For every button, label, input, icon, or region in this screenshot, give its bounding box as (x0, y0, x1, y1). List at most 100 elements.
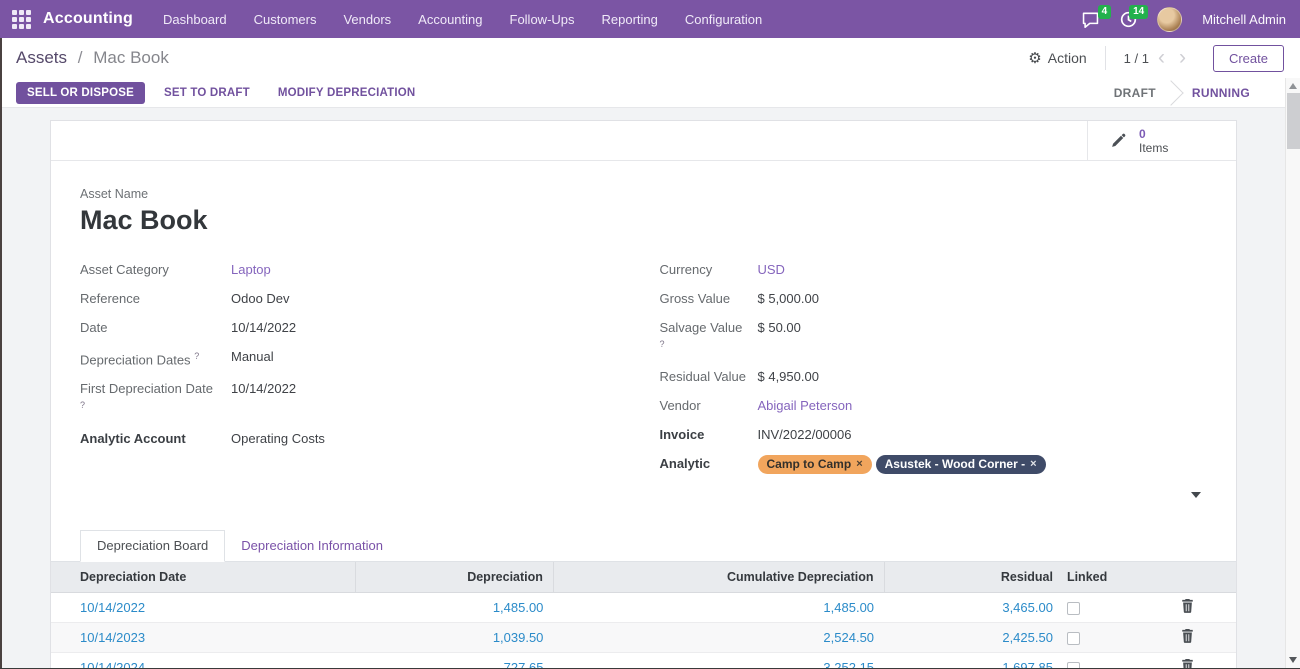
delete-row-button[interactable] (1177, 627, 1198, 648)
cell-depreciation[interactable]: 1,039.50 (356, 623, 554, 653)
cell-depreciation[interactable]: 727.65 (356, 653, 554, 669)
field-first-depreciation-date: First Depreciation Date ? 10/14/2022 (80, 380, 644, 417)
menu-follow-ups[interactable]: Follow-Ups (510, 12, 575, 27)
cell-residual[interactable]: 2,425.50 (884, 623, 1063, 653)
gross-value[interactable]: $ 5,000.00 (758, 290, 819, 307)
main-menu: Dashboard Customers Vendors Accounting F… (163, 12, 762, 27)
pager-prev-icon[interactable]: ‹ (1153, 51, 1170, 65)
depreciation-dates-value[interactable]: Manual (231, 348, 274, 368)
header-residual[interactable]: Residual (884, 562, 1063, 593)
cell-cumulative[interactable]: 3,252.15 (553, 653, 884, 669)
activities-badge: 14 (1129, 5, 1148, 19)
chevron-down-icon[interactable] (1191, 492, 1201, 498)
vendor-value[interactable]: Abigail Peterson (758, 397, 853, 414)
table-row[interactable]: 10/14/2024 727.65 3,252.15 1,697.85 (51, 653, 1236, 669)
tag-camp-to-camp[interactable]: Camp to Camp × (758, 455, 872, 474)
cell-residual[interactable]: 3,465.00 (884, 593, 1063, 623)
menu-reporting[interactable]: Reporting (602, 12, 658, 27)
notebook: Depreciation Board Depreciation Informat… (51, 530, 1236, 669)
activities-button[interactable]: 14 (1120, 11, 1137, 28)
cell-residual[interactable]: 1,697.85 (884, 653, 1063, 669)
control-panel: Assets / Mac Book ⚙ Action 1 / 1 ‹ › Cre… (0, 38, 1300, 78)
tab-depreciation-board[interactable]: Depreciation Board (80, 530, 225, 562)
tag-remove-icon[interactable]: × (1030, 457, 1036, 472)
divider (1105, 46, 1106, 70)
cell-date[interactable]: 10/14/2023 (51, 623, 356, 653)
menu-customers[interactable]: Customers (254, 12, 317, 27)
analytic-tags: Camp to Camp × Asustek - Wood Corner - × (758, 455, 1046, 474)
menu-accounting[interactable]: Accounting (418, 12, 482, 27)
asset-name-label: Asset Name (80, 187, 1207, 201)
field-analytic-account: Analytic Account Operating Costs (80, 430, 644, 447)
table-row[interactable]: 10/14/2022 1,485.00 1,485.00 3,465.00 (51, 593, 1236, 623)
table-row[interactable]: 10/14/2023 1,039.50 2,524.50 2,425.50 (51, 623, 1236, 653)
help-icon: ? (80, 400, 85, 410)
messages-badge: 4 (1098, 5, 1112, 19)
set-to-draft-button[interactable]: SET TO DRAFT (155, 82, 259, 104)
asset-category-value[interactable]: Laptop (231, 261, 271, 278)
apps-menu-icon[interactable] (12, 10, 31, 29)
salvage-value[interactable]: $ 50.00 (758, 319, 801, 356)
field-label: Invoice (660, 427, 705, 442)
menu-configuration[interactable]: Configuration (685, 12, 762, 27)
pager-next-icon[interactable]: › (1174, 51, 1191, 65)
tag-asustek-wood-corner[interactable]: Asustek - Wood Corner - × (876, 455, 1046, 474)
form-sheet: 0 Items Asset Name Mac Book Asset Catego… (50, 120, 1237, 669)
form-status-row: SELL OR DISPOSE SET TO DRAFT MODIFY DEPR… (0, 78, 1300, 108)
field-analytic: Analytic Camp to Camp × Asustek - Wood C… (660, 455, 1208, 474)
delete-row-button[interactable] (1177, 597, 1198, 618)
pager-value: 1 / 1 (1124, 51, 1149, 66)
residual-value[interactable]: $ 4,950.00 (758, 368, 819, 385)
table-header-row: Depreciation Date Depreciation Cumulativ… (51, 562, 1236, 593)
date-value[interactable]: 10/14/2022 (231, 319, 296, 336)
cell-depreciation[interactable]: 1,485.00 (356, 593, 554, 623)
field-vendor: Vendor Abigail Peterson (660, 397, 1208, 414)
invoice-value[interactable]: INV/2022/00006 (758, 426, 852, 443)
state-running[interactable]: RUNNING (1172, 78, 1270, 108)
tag-remove-icon[interactable]: × (856, 457, 862, 472)
field-label: Gross Value (660, 291, 731, 306)
app-title[interactable]: Accounting (43, 10, 133, 28)
breadcrumb-assets[interactable]: Assets (16, 48, 67, 67)
field-gross-value: Gross Value $ 5,000.00 (660, 290, 1208, 307)
modify-depreciation-button[interactable]: MODIFY DEPRECIATION (269, 82, 425, 104)
currency-value[interactable]: USD (758, 261, 785, 278)
field-depreciation-dates: Depreciation Dates ? Manual (80, 348, 644, 368)
menu-dashboard[interactable]: Dashboard (163, 12, 227, 27)
menu-vendors[interactable]: Vendors (343, 12, 391, 27)
asset-name-value[interactable]: Mac Book (80, 205, 1207, 236)
reference-value[interactable]: Odoo Dev (231, 290, 290, 307)
first-depreciation-date-value[interactable]: 10/14/2022 (231, 380, 296, 417)
scrollbar-thumb[interactable] (1287, 93, 1300, 149)
breadcrumb-divider: / (78, 48, 83, 67)
user-name[interactable]: Mitchell Admin (1202, 12, 1286, 27)
help-icon: ? (194, 351, 199, 361)
cell-date[interactable]: 10/14/2024 (51, 653, 356, 669)
scroll-down-arrow-icon[interactable] (1289, 657, 1297, 663)
messages-button[interactable]: 4 (1081, 11, 1100, 28)
scroll-up-arrow-icon[interactable] (1289, 83, 1297, 89)
stat-button-box: 0 Items (51, 121, 1236, 161)
trash-icon (1181, 629, 1194, 643)
header-depreciation-date[interactable]: Depreciation Date (51, 562, 356, 593)
vertical-scrollbar[interactable] (1285, 78, 1300, 669)
gear-icon: ⚙ (1028, 49, 1041, 67)
user-menu[interactable] (1157, 7, 1182, 32)
cell-cumulative[interactable]: 2,524.50 (553, 623, 884, 653)
cell-date[interactable]: 10/14/2022 (51, 593, 356, 623)
sell-or-dispose-button[interactable]: SELL OR DISPOSE (16, 82, 145, 104)
field-invoice: Invoice INV/2022/00006 (660, 426, 1208, 443)
action-menu-button[interactable]: ⚙ Action (1028, 49, 1086, 67)
tab-depreciation-information[interactable]: Depreciation Information (225, 531, 399, 561)
pager: 1 / 1 ‹ › (1124, 51, 1191, 66)
cell-cumulative[interactable]: 1,485.00 (553, 593, 884, 623)
header-linked[interactable]: Linked (1063, 562, 1140, 593)
pencil-icon (1110, 132, 1127, 149)
items-stat-button[interactable]: 0 Items (1087, 121, 1236, 160)
linked-checkbox[interactable] (1067, 602, 1080, 615)
create-button[interactable]: Create (1213, 45, 1284, 72)
header-depreciation[interactable]: Depreciation (356, 562, 554, 593)
analytic-account-value[interactable]: Operating Costs (231, 430, 325, 447)
header-cumulative-depreciation[interactable]: Cumulative Depreciation (553, 562, 884, 593)
linked-checkbox[interactable] (1067, 632, 1080, 645)
